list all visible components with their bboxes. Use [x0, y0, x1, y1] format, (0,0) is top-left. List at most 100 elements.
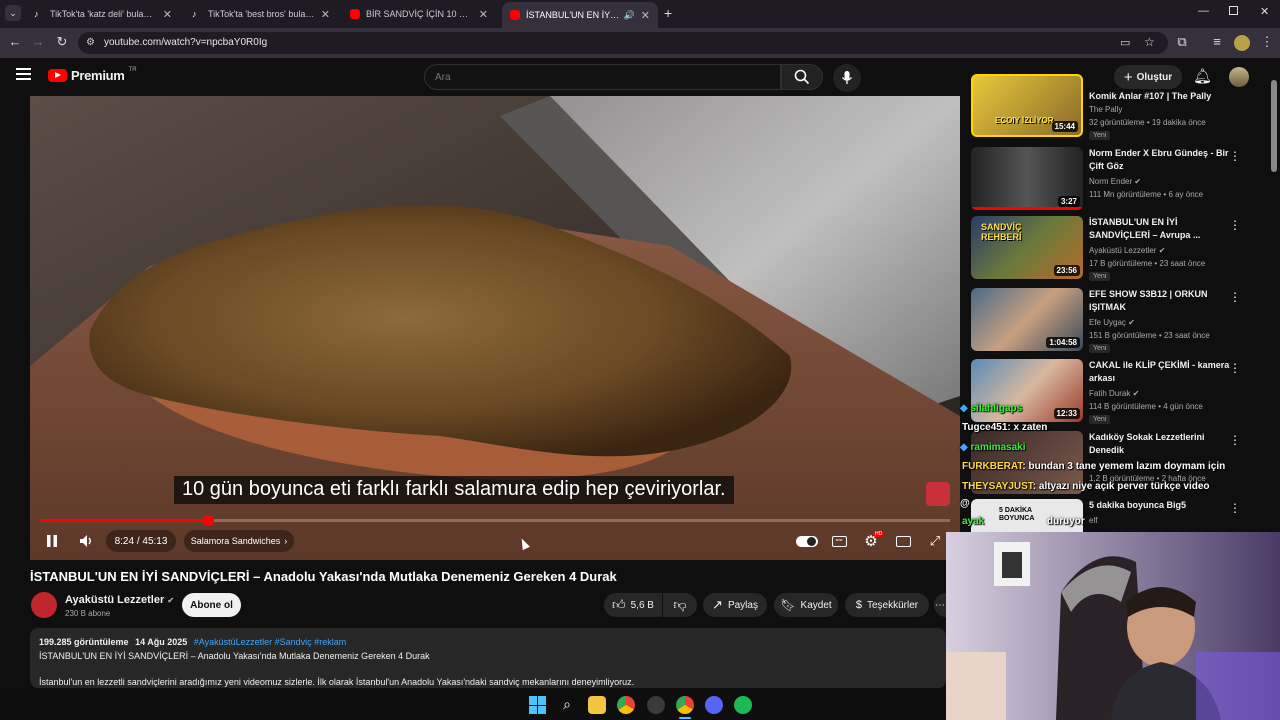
- spotify-icon[interactable]: [734, 696, 752, 714]
- file-explorer-icon[interactable]: [588, 696, 606, 714]
- verified-icon: ✔: [1134, 177, 1142, 186]
- channel-name[interactable]: elf: [1089, 516, 1097, 525]
- channel-avatar[interactable]: [31, 592, 57, 618]
- chat-message: ◆ silahligaps: [960, 403, 1022, 414]
- video-thumbnail[interactable]: ECOIY İZLİYOR 15:44: [971, 74, 1083, 137]
- volume-button[interactable]: [74, 530, 98, 552]
- progress-bar[interactable]: [40, 519, 950, 522]
- thanks-button[interactable]: $ Teşekkürler: [845, 593, 929, 617]
- windows-start-icon[interactable]: [529, 696, 547, 714]
- thanks-icon: $: [855, 599, 862, 611]
- site-info-icon[interactable]: ⚙: [86, 37, 95, 48]
- thumb-caption: SANDVİÇ REHBERİ: [981, 222, 1022, 242]
- channel-name[interactable]: Ayaküstü Lezzetler ✔: [65, 594, 174, 606]
- chapter-button[interactable]: Salamora Sandwiches ›: [184, 530, 294, 552]
- recommendation-item[interactable]: ECOIY İZLİYOR 15:44 Komik Anlar #107 | T…: [971, 74, 1261, 140]
- video-meta: 111 Mn görüntüleme • 6 ay önce: [1089, 190, 1204, 199]
- more-options-icon[interactable]: ⋮: [1229, 433, 1241, 447]
- recommendation-item[interactable]: SANDVİÇ REHBERİ 23:56 İSTANBUL'UN EN İYİ…: [971, 216, 1261, 281]
- minimize-icon[interactable]: —: [1198, 5, 1209, 17]
- share-button[interactable]: ↗ Paylaş: [703, 593, 767, 617]
- description-box[interactable]: 199.285 görüntüleme 14 Ağu 2025 #Ayaküst…: [30, 628, 946, 688]
- speaker-icon[interactable]: 🔊: [624, 10, 635, 21]
- logo-region: TR: [128, 66, 137, 73]
- chapter-label: Salamora Sandwiches: [190, 536, 281, 546]
- install-app-icon[interactable]: ▭: [1120, 36, 1130, 49]
- chat-user: silahligaps: [970, 403, 1023, 414]
- channel-name[interactable]: Norm Ender ✔: [1089, 177, 1141, 186]
- page-scrollbar[interactable]: [1271, 80, 1277, 172]
- close-window-icon[interactable]: ✕: [1260, 5, 1269, 18]
- channel-name[interactable]: Fatih Durak ✔: [1089, 389, 1139, 398]
- video-thumbnail[interactable]: 3:27: [971, 147, 1083, 210]
- browser-tab-2[interactable]: ♪ TikTok'ta 'best bros' bulabilirsin ✕: [184, 4, 338, 24]
- forward-icon[interactable]: →: [29, 34, 47, 49]
- tab-title: TikTok'ta 'katz deli' bulabilirsin: [50, 9, 157, 19]
- more-options-icon[interactable]: ⋮: [1229, 501, 1241, 515]
- new-tab-button[interactable]: +: [664, 5, 672, 21]
- channel-name[interactable]: Ayaküstü Lezzetler ✔: [1089, 246, 1165, 255]
- subtitles-button[interactable]: ==: [828, 530, 850, 552]
- recommendation-item[interactable]: 3:27 Norm Ender X Ebru Gündeş - Bir Çift…: [971, 147, 1261, 211]
- channel-name[interactable]: The Pally: [1089, 105, 1122, 114]
- address-bar[interactable]: ⚙ youtube.com/watch?v=npcbaY0R0Ig ▭ ☆: [78, 32, 1168, 54]
- more-options-icon[interactable]: ⋮: [1229, 218, 1241, 232]
- restore-icon[interactable]: [1229, 6, 1238, 15]
- chat-user: ayak: [962, 516, 985, 527]
- settings-button[interactable]: ⚙ HD: [860, 530, 884, 552]
- dislike-button[interactable]: 👎︎: [663, 593, 697, 617]
- search-icon[interactable]: ⌕: [558, 696, 576, 714]
- miniplayer-button[interactable]: [892, 530, 914, 552]
- youtube-logo[interactable]: Premium TR: [48, 66, 137, 83]
- close-icon[interactable]: ✕: [641, 9, 650, 22]
- duration-badge: 12:33: [1053, 408, 1080, 419]
- chat-message: Tugce451: x zaten: [962, 422, 1047, 433]
- hashtags[interactable]: #AyaküstüLezzetler #Sandviç #reklam: [194, 637, 346, 647]
- back-icon[interactable]: ←: [6, 34, 24, 49]
- more-options-icon[interactable]: ⋮: [1229, 361, 1241, 375]
- browser-tab-3[interactable]: BİR SANDVİÇ İÇİN 10 GÜN !! (B ✕: [342, 4, 496, 24]
- bookmark-star-icon[interactable]: ☆: [1144, 35, 1155, 49]
- autoplay-toggle[interactable]: [794, 530, 820, 552]
- description-meta: 199.285 görüntüleme 14 Ağu 2025 #Ayaküst…: [39, 637, 346, 647]
- reload-icon[interactable]: ↻: [53, 34, 71, 50]
- close-icon[interactable]: ✕: [479, 8, 488, 21]
- discord-icon[interactable]: [705, 696, 723, 714]
- more-options-icon[interactable]: ⋮: [1229, 149, 1241, 163]
- app-icon[interactable]: [647, 696, 665, 714]
- player-brand-badge[interactable]: [926, 482, 950, 506]
- search-input[interactable]: [424, 64, 781, 90]
- close-icon[interactable]: ✕: [321, 8, 330, 21]
- menu-dots-icon[interactable]: ⋮: [1258, 34, 1276, 50]
- duration-badge: 23:56: [1053, 265, 1080, 276]
- hd-badge: HD: [874, 531, 884, 537]
- browser-tab-4-active[interactable]: İSTANBUL'UN EN İYİ SANDV 🔊 ✕: [502, 2, 658, 28]
- chat-message: THEYSAYJUST: altyazı niye açık perver tü…: [962, 481, 1210, 492]
- subscribe-button[interactable]: Abone ol: [182, 593, 241, 617]
- fullscreen-button[interactable]: ⤢: [924, 530, 946, 552]
- video-thumbnail[interactable]: 1:04:58: [971, 288, 1083, 351]
- chat-user: FURKBERAT: [962, 461, 1023, 472]
- chrome-icon[interactable]: [617, 696, 635, 714]
- recommendation-item[interactable]: 1:04:58 EFE SHOW S3B12 | ORKUN IŞITMAK E…: [971, 288, 1261, 353]
- hamburger-menu-icon[interactable]: [16, 68, 31, 80]
- voice-search-button[interactable]: [833, 64, 861, 92]
- save-button[interactable]: 🔖︎ Kaydet: [774, 593, 838, 617]
- time-display: 8:24 / 45:13: [106, 530, 176, 552]
- extensions-icon[interactable]: ⧉: [1173, 34, 1191, 50]
- pause-button[interactable]: [40, 530, 64, 552]
- more-actions-button[interactable]: ⋯: [934, 593, 946, 617]
- chrome-active-icon[interactable]: [676, 696, 694, 714]
- close-icon[interactable]: ✕: [163, 8, 172, 21]
- video-thumbnail[interactable]: SANDVİÇ REHBERİ 23:56: [971, 216, 1083, 279]
- tab-list-chevron-icon[interactable]: ⌄: [5, 5, 21, 21]
- more-options-icon[interactable]: ⋮: [1229, 290, 1241, 304]
- thumbs-up-icon: 👍︎: [612, 597, 626, 612]
- reading-list-icon[interactable]: ≡: [1208, 34, 1226, 49]
- profile-avatar[interactable]: [1234, 35, 1250, 51]
- fullscreen-icon: ⤢: [929, 533, 941, 548]
- channel-name[interactable]: Efe Uygaç ✔: [1089, 318, 1135, 327]
- search-button[interactable]: [781, 64, 823, 90]
- browser-tab-1[interactable]: ♪ TikTok'ta 'katz deli' bulabilirsin ✕: [26, 4, 180, 24]
- like-button[interactable]: 👍︎ 5,6 B: [604, 593, 662, 617]
